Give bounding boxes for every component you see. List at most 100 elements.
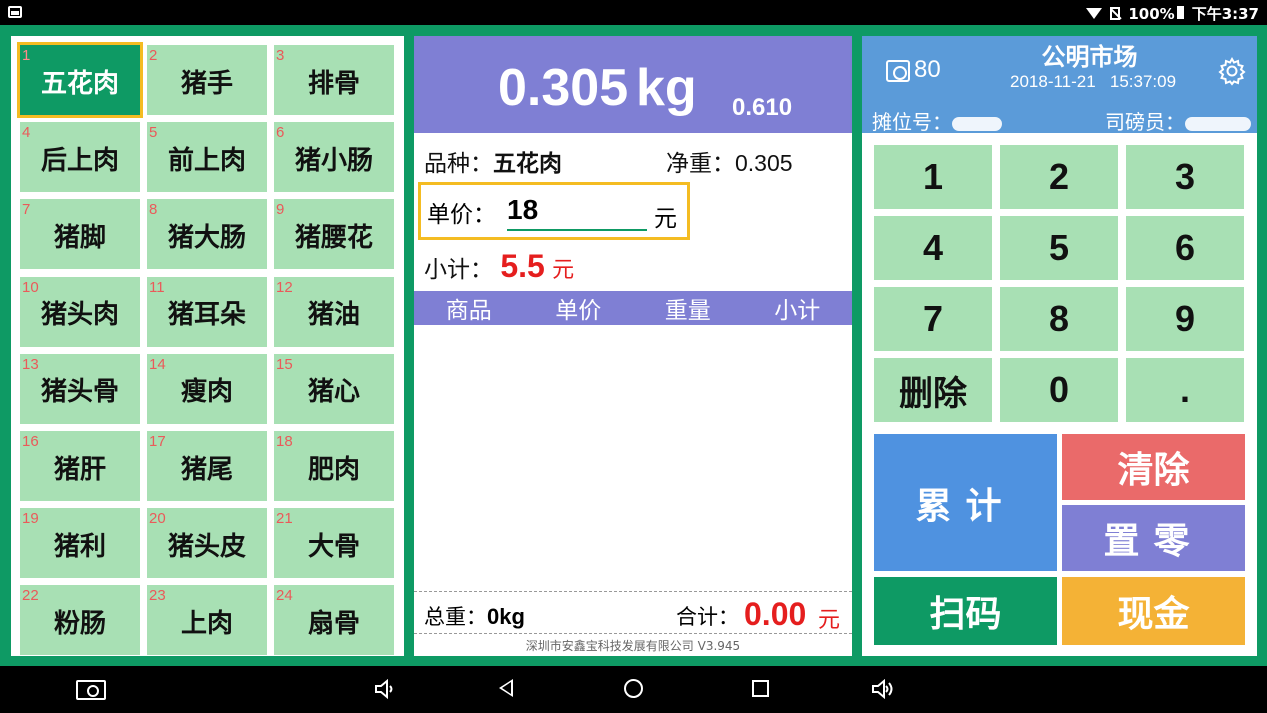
product-button[interactable]: 13 猪头骨 (20, 353, 140, 424)
redacted-weigher-name (1185, 116, 1251, 131)
product-name: 猪心 (307, 377, 360, 408)
product-name: 排骨 (307, 68, 360, 99)
product-button[interactable]: 17 猪尾 (147, 431, 267, 501)
product-name: 猪油 (307, 300, 360, 331)
zero-button[interactable]: 置零 (1062, 505, 1245, 571)
digit-key-0[interactable]: 0 (1000, 358, 1118, 422)
battery-percent: 100% (1128, 5, 1184, 23)
product-button[interactable]: 3 排骨 (274, 45, 394, 115)
market-name: 公明市场 (1041, 43, 1138, 71)
product-button[interactable]: 2 猪手 (147, 45, 267, 115)
digit-key-6[interactable]: 6 (1126, 216, 1244, 280)
digit-key-5[interactable]: 5 (1000, 216, 1118, 280)
product-name: 猪耳朵 (167, 300, 246, 331)
stall-label: 摊位号： (872, 110, 952, 134)
weight-value: 0.305 (498, 59, 629, 117)
product-name: 猪手 (180, 68, 233, 99)
product-button[interactable]: 15 猪心 (274, 353, 394, 424)
net-weight-label: 净重： (666, 151, 735, 177)
product-button[interactable]: 8 猪大肠 (147, 199, 267, 270)
digit-key-3[interactable]: 3 (1126, 145, 1244, 209)
product-button[interactable]: 22 粉肠 (20, 585, 140, 656)
unit-price-label: 单价： (427, 202, 496, 228)
column-unit-price: 单价 (555, 298, 602, 324)
volume-up-icon[interactable] (871, 679, 893, 699)
decimal-key[interactable]: . (1126, 358, 1244, 422)
volume-down-icon[interactable] (374, 679, 396, 699)
product-name: 上肉 (180, 608, 233, 639)
company-footer: 深圳市安鑫宝科技发展有限公司 V3.945 (525, 639, 741, 653)
product-name: 猪头骨 (40, 377, 119, 408)
product-name: 猪大肠 (167, 222, 246, 253)
product-name: 猪腰花 (294, 222, 373, 253)
product-button[interactable]: 7 猪脚 (20, 199, 140, 270)
column-product: 商品 (445, 298, 492, 324)
navigation-bar (0, 666, 1267, 713)
product-name: 前上肉 (167, 145, 246, 176)
screenshot-icon[interactable] (76, 680, 106, 700)
total-weight-label: 总重： (424, 605, 487, 629)
clock: 下午3:37 (1191, 5, 1259, 23)
product-name: 猪头肉 (40, 300, 119, 331)
grand-total-label: 合计： (676, 605, 739, 629)
digit-key-1[interactable]: 1 (874, 145, 992, 209)
scan-code-button[interactable]: 扫码 (874, 577, 1057, 645)
subtotal-row: 小计： 5.5 元 (424, 248, 574, 285)
weight-display: 0.305 kg 0.610 (414, 36, 852, 133)
items-table-body[interactable] (414, 325, 852, 591)
product-button[interactable]: 24 扇骨 (274, 585, 394, 656)
product-button[interactable]: 6 猪小肠 (274, 122, 394, 193)
back-icon[interactable] (499, 679, 513, 697)
product-name: 猪尾 (180, 454, 233, 485)
weigher-label: 司磅员： (1105, 110, 1185, 134)
market-header: 80 公明市场 2018-11-21 15:37:09 摊位号： 司磅员： (862, 36, 1257, 135)
digit-key-7[interactable]: 7 (874, 287, 992, 351)
variety-value: 五花肉 (493, 151, 562, 177)
product-button[interactable]: 16 猪肝 (20, 431, 140, 501)
net-weight-value: 0.305 (735, 150, 793, 176)
product-button[interactable]: 1 五花肉 (17, 42, 143, 118)
product-button[interactable]: 14 瘦肉 (147, 353, 267, 424)
no-sim-icon (1110, 7, 1121, 20)
digit-key-2[interactable]: 2 (1000, 145, 1118, 209)
weigher: 司磅员： (1105, 106, 1251, 135)
product-name: 扇骨 (307, 608, 360, 639)
cash-button[interactable]: 现金 (1062, 577, 1245, 645)
product-button[interactable]: 20 猪头皮 (147, 508, 267, 579)
product-button[interactable]: 23 上肉 (147, 585, 267, 656)
grand-total-value: 0.00 (744, 596, 807, 632)
product-button[interactable]: 11 猪耳朵 (147, 276, 267, 347)
wifi-icon (1086, 8, 1103, 19)
product-name: 猪利 (53, 531, 106, 562)
product-button[interactable]: 21 大骨 (274, 508, 394, 579)
product-name: 后上肉 (40, 145, 119, 176)
product-button[interactable]: 18 肥肉 (274, 431, 394, 501)
digit-key-9[interactable]: 9 (1126, 287, 1244, 351)
product-name: 猪小肠 (294, 145, 373, 176)
home-icon[interactable] (624, 679, 643, 698)
digit-key-4[interactable]: 4 (874, 216, 992, 280)
product-button[interactable]: 10 猪头肉 (20, 276, 140, 347)
gear-icon[interactable] (1217, 56, 1247, 86)
product-button[interactable]: 4 后上肉 (20, 122, 140, 193)
digit-key-8[interactable]: 8 (1000, 287, 1118, 351)
weight-unit: kg (636, 59, 697, 117)
product-button[interactable]: 5 前上肉 (147, 122, 267, 193)
clear-button[interactable]: 清除 (1062, 434, 1245, 500)
subtotal-currency: 元 (552, 258, 575, 283)
product-name: 猪头皮 (167, 531, 246, 562)
product-button[interactable]: 9 猪腰花 (274, 199, 394, 270)
delete-key[interactable]: 删除 (874, 358, 992, 422)
product-button[interactable]: 19 猪利 (20, 508, 140, 579)
time-text: 15:37:09 (1109, 72, 1177, 91)
total-weight: 总重：0kg (424, 601, 525, 631)
accumulate-button[interactable]: 累计 (874, 434, 1057, 571)
unit-price-input[interactable] (507, 191, 647, 231)
date-text: 2018-11-21 (1010, 72, 1096, 91)
column-weight: 重量 (664, 298, 711, 324)
subtotal-label: 小计： (424, 257, 493, 283)
recent-apps-icon[interactable] (752, 680, 769, 697)
unit-price-currency: 元 (654, 206, 677, 232)
product-button[interactable]: 12 猪油 (274, 276, 394, 347)
redacted-stall-number (952, 116, 1002, 131)
